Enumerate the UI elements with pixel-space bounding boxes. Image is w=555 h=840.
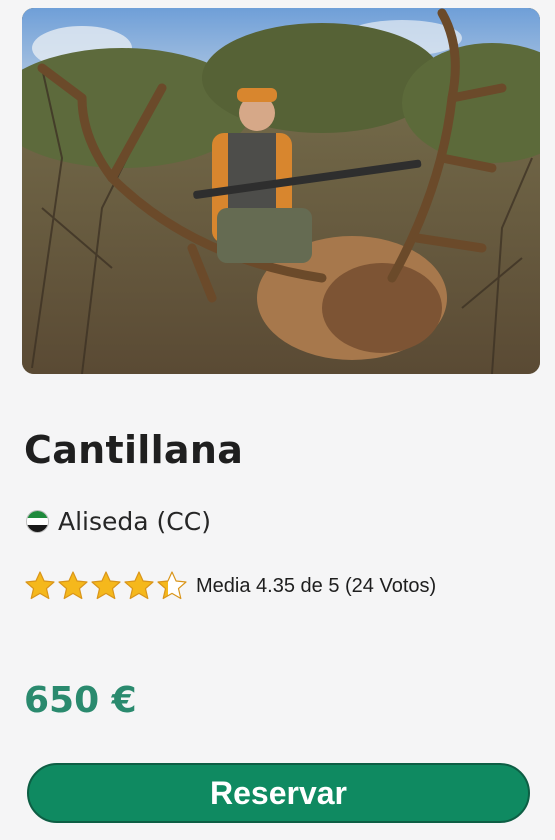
listing-card: Cantillana Aliseda (CC) Media 4.35 de 5 … bbox=[0, 0, 555, 840]
star-icon[interactable] bbox=[90, 570, 122, 602]
reserve-button[interactable]: Reservar bbox=[27, 763, 530, 823]
star-icon[interactable] bbox=[156, 570, 188, 602]
hunting-photo-image bbox=[22, 8, 540, 374]
star-icon[interactable] bbox=[24, 570, 56, 602]
location-text: Aliseda (CC) bbox=[58, 506, 211, 536]
star-icon[interactable] bbox=[123, 570, 155, 602]
reserve-button-label: Reservar bbox=[210, 774, 347, 811]
star-icon[interactable] bbox=[57, 570, 89, 602]
listing-price: 650 € bbox=[24, 680, 137, 721]
listing-photo[interactable] bbox=[22, 8, 540, 374]
rating: Media 4.35 de 5 (24 Votos) bbox=[24, 569, 436, 603]
rating-stars[interactable] bbox=[24, 570, 189, 602]
listing-title: Cantillana bbox=[24, 428, 244, 472]
listing-location: Aliseda (CC) bbox=[26, 503, 211, 539]
rating-text: Media 4.35 de 5 (24 Votos) bbox=[196, 574, 437, 597]
extremadura-flag-icon bbox=[26, 509, 49, 533]
